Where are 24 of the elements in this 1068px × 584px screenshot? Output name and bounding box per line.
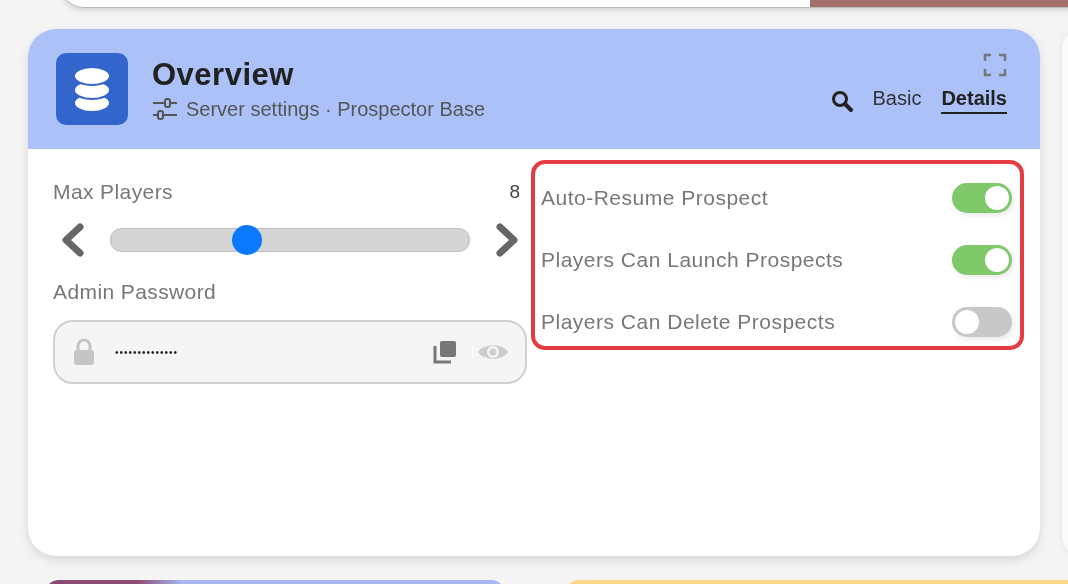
password-field[interactable]: •••••••••••••• [53, 320, 527, 384]
copy-icon[interactable] [433, 340, 457, 364]
slider-value: 8 [509, 181, 520, 203]
card-title: Overview [152, 57, 295, 93]
expand-icon[interactable] [983, 53, 1007, 77]
sliders-icon [152, 97, 178, 121]
search-icon[interactable] [830, 89, 853, 112]
card-subtitle: Server settings · Prospector Base [186, 97, 485, 121]
slider-thumb[interactable] [232, 225, 263, 255]
field-label: Max Players [53, 180, 173, 204]
database-icon [56, 53, 128, 125]
chevron-right-icon[interactable] [494, 223, 520, 257]
toggle-switch[interactable] [952, 307, 1012, 337]
tab[interactable]: Basic [872, 87, 922, 114]
toggle-switch[interactable] [952, 183, 1012, 213]
field-label: Admin Password [53, 280, 217, 304]
chevron-left-icon[interactable] [60, 223, 86, 257]
toggle-label: Players Can Launch Prospects [541, 248, 844, 272]
toggle-label: Auto-Resume Prospect [541, 186, 769, 210]
lock-icon [73, 338, 95, 366]
toggle-switch[interactable] [952, 245, 1012, 275]
tab[interactable]: Details [941, 87, 1007, 114]
password-value: •••••••••••••• [115, 346, 179, 358]
toggle-label: Players Can Delete Prospects [541, 310, 836, 334]
